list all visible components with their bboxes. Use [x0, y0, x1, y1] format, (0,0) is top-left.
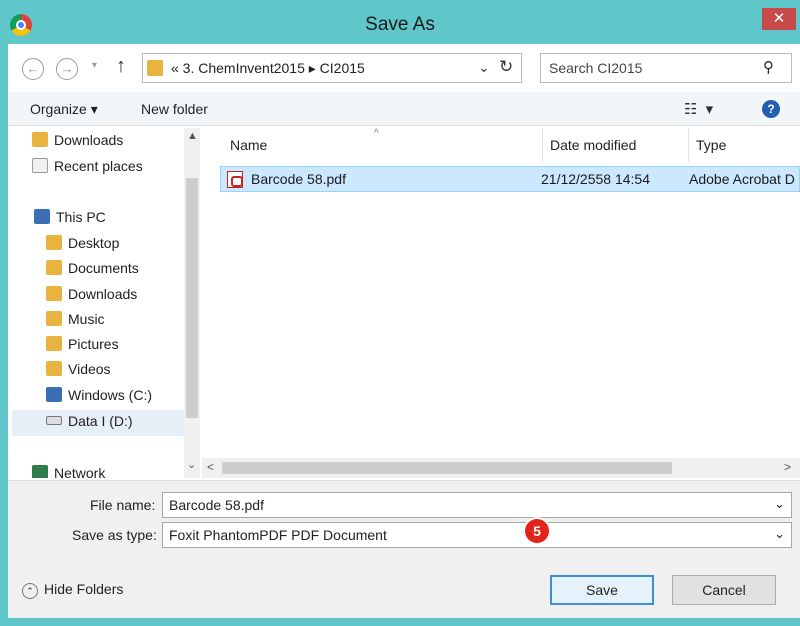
nav-item-label: Recent places — [54, 158, 143, 174]
save-options-panel: File name: Barcode 58.pdf ⌄ Save as type… — [8, 480, 800, 618]
file-date-modified: 21/12/2558 14:54 — [541, 171, 650, 187]
nav-item-network[interactable]: Network — [32, 465, 105, 478]
downloads-folder-icon — [46, 286, 62, 301]
hide-folders-button[interactable]: ⌃ Hide Folders — [22, 581, 123, 599]
nav-item-windows-c[interactable]: Windows (C:) — [46, 387, 152, 409]
collapse-icon: ⌃ — [22, 583, 38, 599]
nav-item-label: Windows (C:) — [68, 387, 153, 403]
drive-icon — [46, 416, 62, 425]
close-button[interactable]: ✕ — [762, 8, 796, 30]
cancel-button[interactable]: Cancel — [672, 575, 776, 605]
music-folder-icon — [46, 311, 62, 326]
change-view-icon[interactable]: ☷ ▾ — [684, 100, 715, 118]
nav-item-label: Desktop — [68, 235, 120, 251]
nav-item-label: Videos — [68, 361, 111, 377]
search-icon[interactable]: ⚲ — [763, 58, 774, 76]
documents-folder-icon — [46, 260, 62, 275]
organize-button[interactable]: Organize ▾ — [30, 101, 98, 118]
nav-item-this-pc[interactable]: This PC — [34, 209, 106, 231]
nav-item-videos[interactable]: Videos — [46, 361, 111, 383]
command-toolbar: Organize ▾ New folder ☷ ▾ ? — [8, 92, 800, 126]
file-type: Adobe Acrobat D — [689, 171, 795, 187]
column-header-date-modified[interactable]: Date modified — [542, 128, 688, 162]
save-as-type-select[interactable]: Foxit PhantomPDF PDF Document ⌄ — [162, 522, 792, 548]
nav-item-label: Music — [68, 311, 105, 327]
file-name-field[interactable]: Barcode 58.pdf ⌄ — [162, 492, 792, 518]
navigation-pane: Downloads Recent places This PC Desktop … — [8, 128, 200, 478]
recent-locations-dropdown[interactable]: ▾ — [92, 60, 97, 71]
scroll-right-arrow[interactable]: > — [784, 460, 791, 474]
this-pc-icon — [34, 209, 50, 224]
navigation-scrollbar[interactable]: ▲ ⌄ — [184, 128, 200, 478]
nav-item-recent-places[interactable]: Recent places — [32, 158, 143, 180]
file-name-value: Barcode 58.pdf — [169, 497, 264, 513]
desktop-folder-icon — [46, 235, 62, 250]
search-input[interactable]: Search CI2015 — [549, 60, 642, 76]
column-header-type[interactable]: Type — [688, 128, 800, 162]
refresh-icon[interactable]: ↻ — [499, 57, 513, 77]
scroll-down-arrow[interactable]: ⌄ — [187, 458, 196, 471]
forward-button[interactable]: → — [56, 58, 78, 80]
nav-item-label: Pictures — [68, 336, 119, 352]
pdf-file-icon — [227, 171, 243, 188]
scroll-left-arrow[interactable]: < — [207, 460, 214, 474]
dialog-client-area: ← → ▾ ↑ « 3. ChemInvent2015 ▸ CI2015 ⌄ ↻… — [8, 44, 800, 618]
nav-item-label: Downloads — [54, 132, 124, 148]
window-title: Save As — [365, 14, 435, 35]
search-box[interactable]: Search CI2015 ⚲ — [540, 53, 792, 83]
address-dropdown-icon[interactable]: ⌄ — [478, 59, 490, 76]
nav-item-label: Data I (D:) — [68, 413, 133, 429]
nav-item-pictures[interactable]: Pictures — [46, 336, 119, 358]
nav-item-downloads[interactable]: Downloads — [46, 286, 137, 308]
chevron-down-icon[interactable]: ⌄ — [774, 496, 785, 512]
nav-item-documents[interactable]: Documents — [46, 260, 139, 282]
nav-item-label: This PC — [56, 209, 106, 225]
pictures-folder-icon — [46, 336, 62, 351]
save-as-type-value: Foxit PhantomPDF PDF Document — [169, 527, 387, 543]
file-row[interactable]: Barcode 58.pdf 21/12/2558 14:54 Adobe Ac… — [220, 166, 800, 192]
file-list: Name ^ Date modified Type Barcode 58.pdf… — [202, 128, 800, 478]
videos-folder-icon — [46, 361, 62, 376]
scroll-thumb[interactable] — [186, 178, 198, 418]
new-folder-button[interactable]: New folder — [141, 101, 208, 117]
back-button[interactable]: ← — [22, 58, 44, 80]
column-header-name[interactable]: Name — [202, 128, 542, 162]
up-folder-button[interactable]: ↑ — [116, 55, 126, 78]
save-as-type-label: Save as type: — [72, 527, 157, 543]
step-marker-badge: 5 — [525, 519, 549, 543]
title-bar[interactable]: Save As ✕ — [0, 0, 800, 50]
file-name-label: File name: — [90, 497, 156, 513]
nav-item-label: Downloads — [68, 286, 138, 302]
network-icon — [32, 465, 48, 478]
address-path[interactable]: « 3. ChemInvent2015 ▸ CI2015 — [171, 60, 365, 77]
nav-item-music[interactable]: Music — [46, 311, 105, 333]
chevron-down-icon[interactable]: ⌄ — [774, 526, 785, 542]
windows-drive-icon — [46, 387, 62, 402]
nav-item-data-d[interactable]: Data I (D:) — [12, 410, 184, 436]
nav-item-desktop[interactable]: Desktop — [46, 235, 119, 257]
file-name: Barcode 58.pdf — [251, 171, 346, 187]
help-icon[interactable]: ? — [762, 100, 780, 118]
nav-item-label: Documents — [68, 260, 139, 276]
nav-item-label: Network — [54, 465, 106, 478]
hide-folders-label: Hide Folders — [44, 581, 124, 597]
folder-download-icon — [32, 132, 48, 147]
nav-item-downloads-favorite[interactable]: Downloads — [32, 132, 123, 154]
recent-places-icon — [32, 158, 48, 173]
address-bar[interactable]: « 3. ChemInvent2015 ▸ CI2015 ⌄ ↻ — [142, 53, 522, 83]
scroll-up-arrow[interactable]: ▲ — [187, 130, 198, 142]
save-as-dialog: Save As ✕ ← → ▾ ↑ « 3. ChemInvent2015 ▸ … — [0, 0, 800, 626]
save-button[interactable]: Save — [550, 575, 654, 605]
scroll-thumb[interactable] — [222, 462, 672, 474]
sort-ascending-icon: ^ — [374, 128, 379, 139]
folder-icon — [147, 60, 163, 76]
horizontal-scrollbar[interactable]: < > — [202, 458, 800, 478]
